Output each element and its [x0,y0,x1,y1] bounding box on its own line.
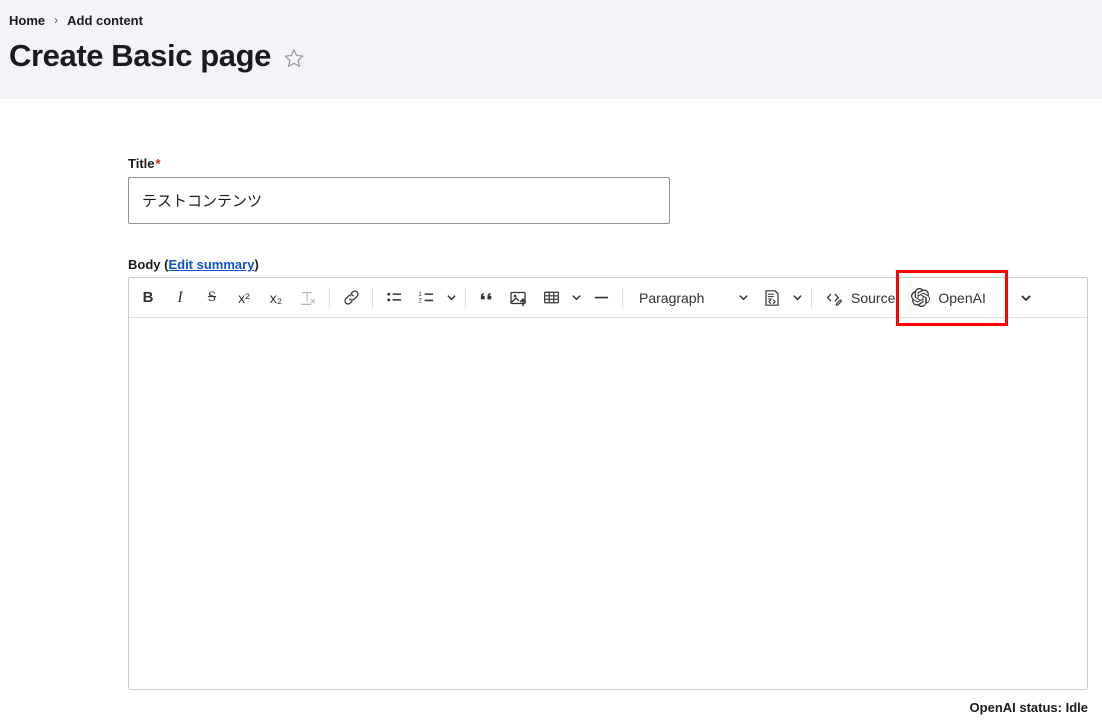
table-dropdown-chevron-icon[interactable] [567,282,585,314]
ckeditor-toolbar: B I S x² x₂ 1 2 Paragraph Source OpenAI [129,270,1087,327]
page-title: Create Basic page [9,38,271,73]
paragraph-style-dropdown[interactable]: Paragraph [628,282,756,314]
openai-button[interactable]: OpenAI [902,282,994,314]
openai-button-label: OpenAI [938,289,986,306]
superscript-button[interactable]: x² [228,282,260,314]
ckeditor-container: B I S x² x₂ 1 2 Paragraph Source OpenAI [128,270,1088,691]
paragraph-style-value: Paragraph [639,289,705,306]
node-edit-form: Title* Body (Edit summary) B I S x² x₂ [0,156,1102,715]
toolbar-separator [372,287,373,308]
body-field-label: Body (Edit summary) [128,257,1088,272]
table-icon[interactable] [535,282,567,314]
breadcrumb: Home › Add content [0,0,1102,29]
bold-button[interactable]: B [132,282,164,314]
body-editable-area[interactable] [129,318,1087,690]
subscript-button[interactable]: x₂ [260,282,292,314]
openai-status-text: OpenAI status: Idle [969,700,1088,716]
horizontal-rule-icon[interactable] [585,282,617,314]
toolbar-separator [465,287,466,308]
edit-summary-link[interactable]: Edit summary [168,257,254,272]
toolbar-separator [811,287,812,308]
page-title-row: Create Basic page [0,28,1102,73]
source-editing-button[interactable]: Source [817,282,902,314]
numbered-list-icon[interactable]: 1 2 [410,282,442,314]
image-upload-icon[interactable] [503,282,535,314]
strikethrough-button[interactable]: S [196,282,228,314]
svg-text:2: 2 [418,298,422,305]
bulleted-list-icon[interactable] [378,282,410,314]
blockquote-icon[interactable] [471,282,503,314]
toolbar-separator [329,287,330,308]
italic-button[interactable]: I [164,282,196,314]
template-icon[interactable] [756,282,788,314]
required-indicator: * [155,156,161,171]
link-icon[interactable] [335,282,367,314]
page-header: Home › Add content Create Basic page [0,0,1102,99]
source-button-label: Source [851,289,896,306]
breadcrumb-separator-icon: › [54,12,59,27]
star-outline-icon[interactable] [282,46,306,70]
title-label-text: Title [128,156,155,171]
title-input[interactable] [128,177,670,225]
form-fields-area: Title* Body (Edit summary) B I S x² x₂ [128,156,1088,691]
show-more-items-chevron-icon[interactable] [1017,282,1035,314]
breadcrumb-item-home[interactable]: Home [9,13,45,28]
field-body-wrapper: Body (Edit summary) B I S x² x₂ 1 2 Para… [128,257,1088,691]
title-field-label: Title* [128,156,1088,172]
template-dropdown-chevron-icon[interactable] [788,282,806,314]
breadcrumb-item-add-content[interactable]: Add content [67,13,143,28]
body-label-suffix: ) [254,257,259,273]
field-title-wrapper: Title* [128,156,1088,225]
list-dropdown-chevron-icon[interactable] [442,282,460,314]
toolbar-separator [622,287,623,308]
remove-format-button[interactable] [292,282,324,314]
body-label-prefix: Body ( [128,257,169,273]
